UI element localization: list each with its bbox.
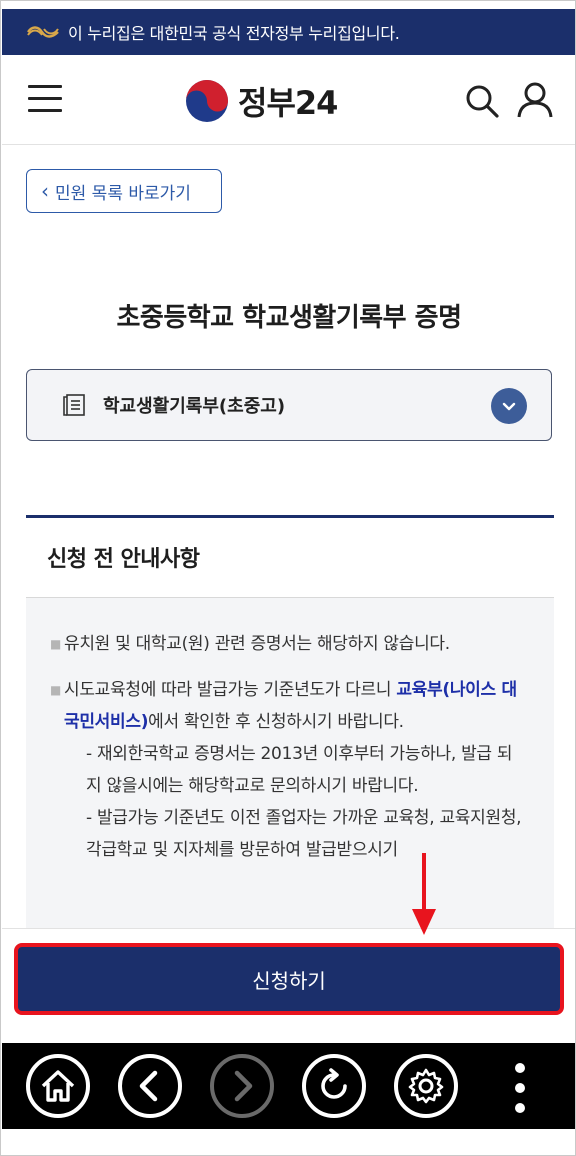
notice-sub-item: - 발급가능 기준년도 이전 졸업자는 가까운 교육청, 교육지원청, 각급학교… [86, 808, 522, 860]
red-arrow-annotation-icon [412, 853, 436, 935]
notice-box: ■ 유치원 및 대학교(원) 관련 증명서는 해당하지 않습니다. ■ 시도교육… [26, 598, 554, 928]
back-to-list-button[interactable]: ‹ 민원 목록 바로가기 [26, 169, 222, 213]
bullet-icon: ■ [50, 637, 62, 651]
chevron-left-icon: ‹ [41, 179, 49, 203]
gov24-logo[interactable]: 정부24 [184, 77, 338, 125]
taegeuk-logo-icon [186, 80, 228, 122]
chevron-down-icon[interactable] [491, 388, 527, 424]
settings-icon[interactable] [394, 1054, 458, 1118]
more-menu-icon[interactable] [508, 1063, 532, 1113]
home-icon[interactable] [26, 1054, 90, 1118]
notice-item: ■ 유치원 및 대학교(원) 관련 증명서는 해당하지 않습니다. [50, 628, 526, 660]
menu-icon[interactable] [28, 85, 62, 115]
section-divider [26, 515, 554, 518]
gov-mark-icon [27, 26, 59, 38]
site-header: 정부24 [2, 55, 575, 145]
apply-button-area: 신청하기 [2, 928, 575, 1016]
search-icon[interactable] [464, 83, 500, 119]
notice-item: ■ 시도교육청에 따라 발급가능 기준년도가 다르니 교육부(나이스 대국민서비… [50, 674, 526, 866]
gov-official-banner: 이 누리집은 대한민국 공식 전자정부 누리집입니다. [2, 9, 575, 55]
document-type-label: 학교생활기록부(초중고) [103, 396, 286, 417]
phone-frame: 이 누리집은 대한민국 공식 전자정부 누리집입니다. 정부24 ‹ 민원 목록… [0, 0, 576, 1156]
apply-button[interactable]: 신청하기 [14, 943, 564, 1015]
gov24-logo-text: 정부24 [238, 84, 338, 122]
document-type-select[interactable]: 학교생활기록부(초중고) [26, 369, 552, 441]
reload-icon[interactable] [302, 1054, 366, 1118]
notice-sub-item: - 재외한국학교 증명서는 2013년 이후부터 가능하나, 발급 되지 않을시… [86, 744, 513, 796]
gov-banner-text: 이 누리집은 대한민국 공식 전자정부 누리집입니다. [68, 24, 400, 43]
notice-section-title: 신청 전 안내사항 [47, 547, 200, 572]
back-to-list-label: 민원 목록 바로가기 [55, 183, 191, 204]
page-title: 초중등학교 학교생활기록부 증명 [116, 303, 462, 333]
back-icon[interactable] [118, 1054, 182, 1118]
document-icon [63, 394, 85, 416]
bullet-icon: ■ [50, 683, 62, 697]
forward-icon[interactable] [210, 1054, 274, 1118]
user-icon[interactable] [516, 81, 554, 119]
browser-bottom-nav [2, 1043, 575, 1129]
